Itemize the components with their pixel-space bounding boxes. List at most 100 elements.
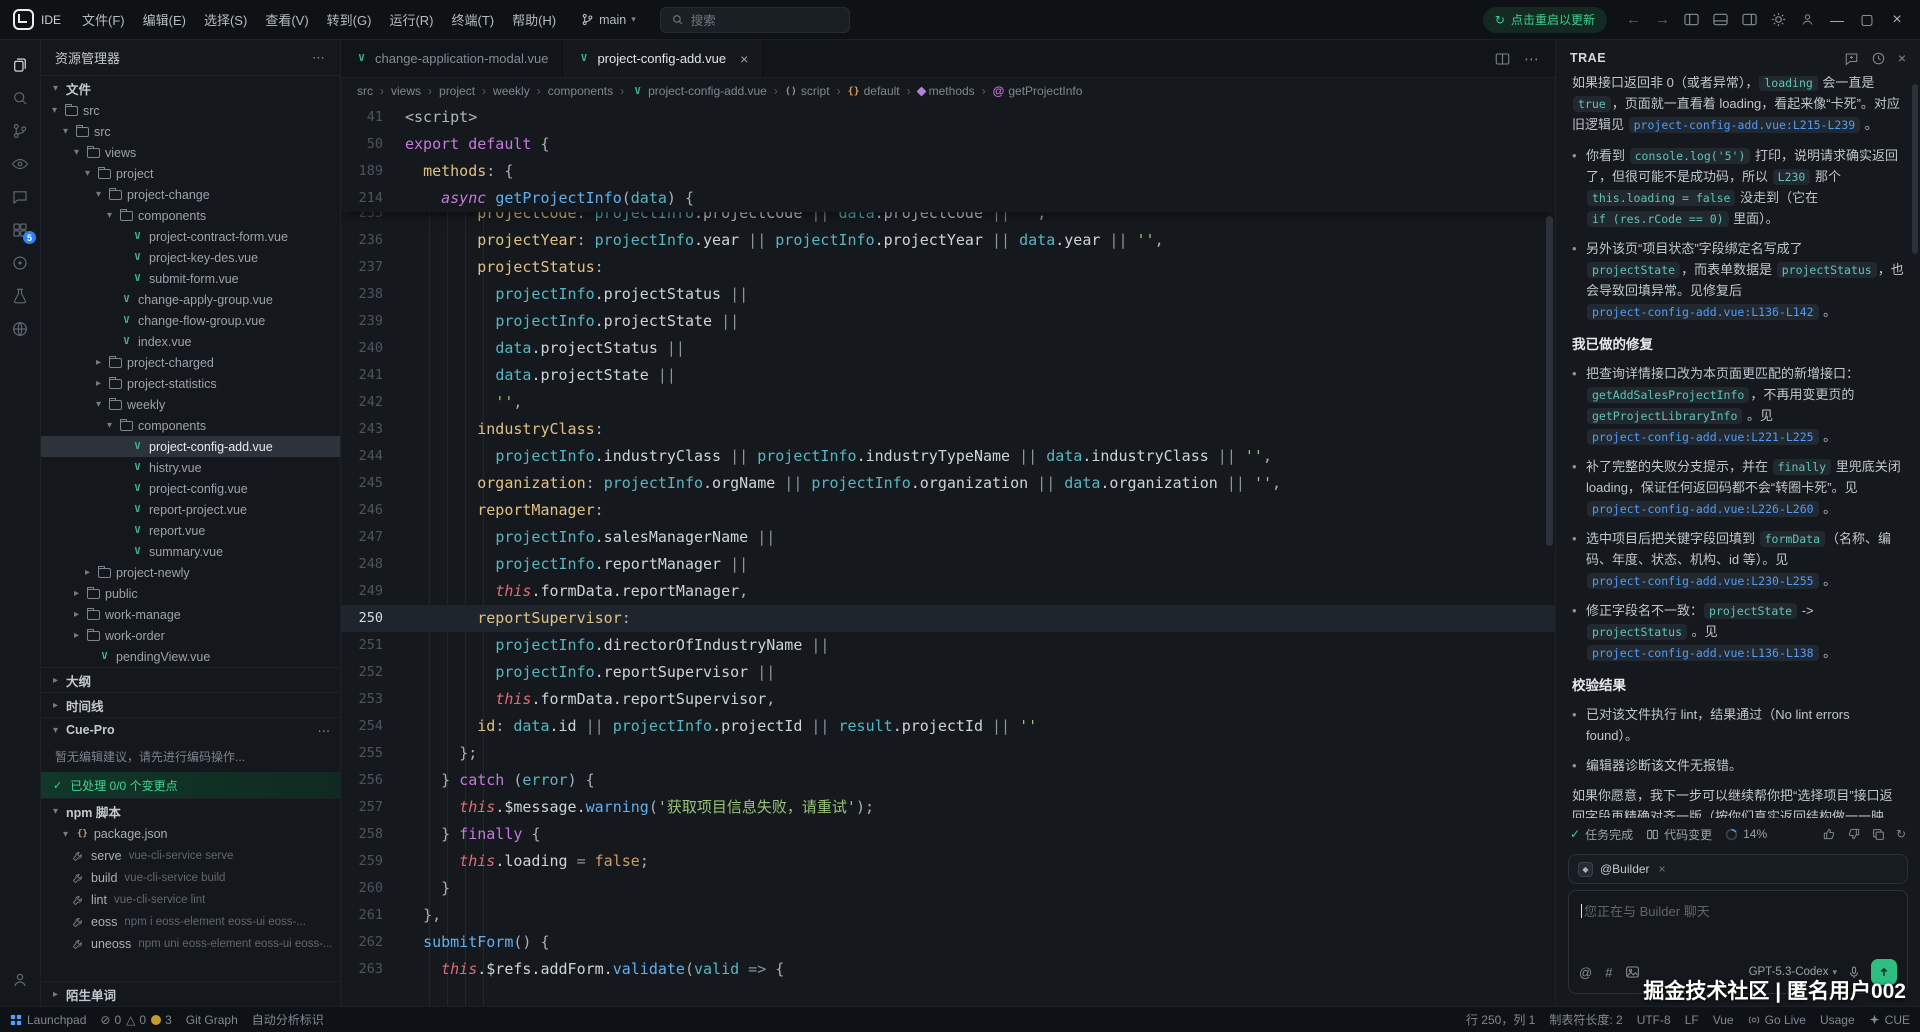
usage-button[interactable]: Usage [1820,1013,1855,1027]
tree-file[interactable]: Vproject-key-des.vue [41,247,340,268]
npm-script-item[interactable]: lintvue-cli-service lint [41,889,340,911]
section-npm-scripts[interactable]: ▾npm 脚本 [41,798,340,823]
maximize-button[interactable]: ▢ [1852,11,1882,28]
line-number[interactable]: 250 [341,605,405,632]
line-number[interactable]: 237 [341,254,405,281]
breadcrumb-item[interactable]: @getProjectInfo [993,84,1083,98]
menu-item[interactable]: 运行(R) [380,6,442,33]
copy-icon[interactable] [1872,828,1885,841]
code-line[interactable]: 238 projectInfo.projectStatus || [341,281,1555,308]
code-line[interactable]: 258 } finally { [341,821,1555,848]
line-number[interactable]: 41 [341,104,405,131]
history-icon[interactable] [1871,51,1886,66]
line-number[interactable]: 255 [341,740,405,767]
tab-change-application-modal[interactable]: V change-application-modal.vue [341,40,563,77]
breadcrumb-item[interactable]: ()script [785,84,830,98]
tree-folder[interactable]: ▸project-statistics [41,373,340,394]
code-line[interactable]: 263 this.$refs.addForm.validate(valid =>… [341,956,1555,983]
go-live-button[interactable]: Go Live [1748,1013,1806,1027]
more-actions-icon[interactable]: ⋯ [1524,50,1539,68]
tree-folder[interactable]: ▾components [41,415,340,436]
explorer-icon[interactable] [0,48,40,81]
menu-item[interactable]: 转到(G) [318,6,381,33]
close-tab-icon[interactable]: × [740,51,748,67]
remove-context-icon[interactable]: × [1659,862,1666,876]
code-reference-link[interactable]: project-config-add.vue:L215-L239 [1629,117,1861,133]
menu-item[interactable]: 终端(T) [442,6,503,33]
chat-view-icon[interactable] [0,180,40,213]
line-number[interactable]: 243 [341,416,405,443]
indentation-button[interactable]: 制表符长度: 2 [1549,1011,1622,1028]
source-control-icon[interactable] [0,114,40,147]
code-line[interactable]: 261 }, [341,902,1555,929]
tree-folder[interactable]: ▾project-change [41,184,340,205]
code-reference-link[interactable]: project-config-add.vue:L221-L225 [1587,429,1819,445]
attach-image-icon[interactable] [1625,965,1640,979]
breadcrumb-item[interactable]: Vproject-config-add.vue [631,84,767,98]
code-line[interactable]: 237 projectStatus: [341,254,1555,281]
branch-selector[interactable]: main ▾ [581,13,636,27]
menu-item[interactable]: 编辑(E) [134,6,195,33]
code-line[interactable]: 248 projectInfo.reportManager || [341,551,1555,578]
code-line[interactable]: 243 industryClass: [341,416,1555,443]
new-chat-icon[interactable] [1844,51,1859,66]
account-person-icon[interactable] [0,963,40,996]
code-line[interactable]: 239 projectInfo.projectState || [341,308,1555,335]
tree-folder[interactable]: ▸work-manage [41,604,340,625]
more-actions-icon[interactable]: ⋯ [318,723,332,738]
tree-folder[interactable]: ▸project-charged [41,352,340,373]
npm-script-item[interactable]: buildvue-cli-service build [41,867,340,889]
eol-button[interactable]: LF [1685,1013,1699,1027]
settings-gear-icon[interactable] [1764,12,1793,27]
line-number[interactable]: 261 [341,902,405,929]
problems-indicator[interactable]: ⊘0 △0 3 [100,1013,171,1027]
restart-to-update-button[interactable]: ↻ 点击重启以更新 [1483,7,1607,33]
code-line[interactable]: 50export default { [341,131,1555,158]
tree-folder[interactable]: ▸project-newly [41,562,340,583]
cue-button[interactable]: CUE [1869,1013,1910,1027]
npm-script-item[interactable]: servevue-cli-service serve [41,845,340,867]
extensions-grid-icon[interactable]: 5 [0,213,40,246]
tree-folder[interactable]: ▸public [41,583,340,604]
code-line[interactable]: 255 }; [341,740,1555,767]
tree-file[interactable]: Vreport-project.vue [41,499,340,520]
tree-file[interactable]: Vhistry.vue [41,457,340,478]
code-line[interactable]: 259 this.loading = false; [341,848,1555,875]
tree-file[interactable]: Vproject-config.vue [41,478,340,499]
tab-project-config-add[interactable]: V project-config-add.vue × [563,40,763,77]
section-outline[interactable]: ▸大纲 [41,667,340,692]
menu-item[interactable]: 选择(S) [195,6,256,33]
tree-folder[interactable]: ▾src [41,121,340,142]
line-number[interactable]: 258 [341,821,405,848]
minimize-button[interactable]: — [1822,12,1852,28]
line-number[interactable]: 241 [341,362,405,389]
tree-folder[interactable]: ▾src [41,100,340,121]
code-line[interactable]: 235 projectCode: projectInfo.projectCode… [341,212,1555,227]
toggle-bottom-panel-icon[interactable] [1706,13,1735,26]
test-flask-icon[interactable] [0,279,40,312]
code-reference-link[interactable]: project-config-add.vue:L226-L260 [1587,501,1819,517]
code-line[interactable]: 246 reportManager: [341,497,1555,524]
line-number[interactable]: 239 [341,308,405,335]
menu-item[interactable]: 查看(V) [256,6,317,33]
global-search[interactable]: 搜索 [660,7,850,33]
tree-file[interactable]: Vchange-apply-group.vue [41,289,340,310]
regenerate-icon[interactable]: ↻ [1896,827,1906,841]
code-editor[interactable]: 41<script>50export default {189 methods:… [341,104,1555,1006]
search-icon[interactable] [0,81,40,114]
section-timeline[interactable]: ▸时间线 [41,692,340,717]
language-mode-button[interactable]: Vue [1713,1013,1734,1027]
line-number[interactable]: 189 [341,158,405,185]
line-number[interactable]: 263 [341,956,405,983]
account-icon[interactable] [1793,12,1822,27]
git-graph-button[interactable]: Git Graph [186,1013,238,1027]
tree-file[interactable]: Vchange-flow-group.vue [41,310,340,331]
line-number[interactable]: 214 [341,185,405,212]
cursor-position-button[interactable]: 行 250，列 1 [1466,1011,1535,1028]
chat-scrollbar[interactable] [1912,84,1918,254]
more-actions-icon[interactable]: ⋯ [312,50,326,66]
editor-scrollbar[interactable] [1546,216,1553,546]
section-strange-words[interactable]: ▸陌生单词 [41,981,340,1006]
code-line[interactable]: 251 projectInfo.directorOfIndustryName |… [341,632,1555,659]
back-button[interactable]: ← [1619,11,1648,28]
